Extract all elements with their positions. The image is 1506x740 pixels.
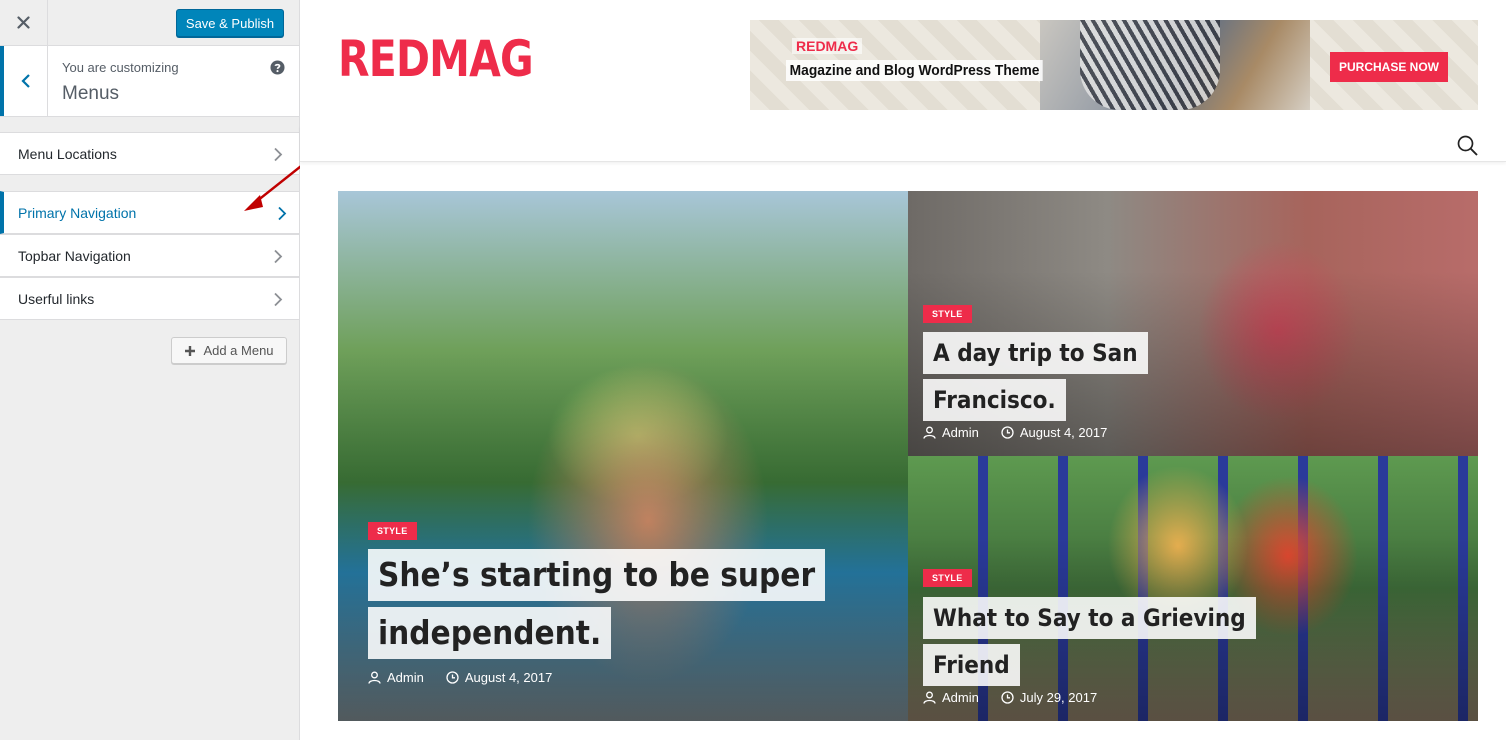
post-meta: Admin August 4, 2017 xyxy=(368,670,574,685)
customizer-header: Save & Publish xyxy=(0,0,299,46)
post-date: July 29, 2017 xyxy=(1001,690,1097,705)
customizer-section-info: You are customizing Menus xyxy=(0,46,299,149)
close-customizer-button[interactable] xyxy=(0,0,48,45)
customizing-label: You are customizing xyxy=(62,60,179,75)
chevron-right-icon xyxy=(274,249,283,264)
close-icon xyxy=(17,16,30,29)
post-title[interactable]: What to Say to a Grieving Friend xyxy=(923,597,1256,686)
banner-brand: REDMAG xyxy=(792,38,863,54)
clock-icon xyxy=(446,671,459,684)
category-badge[interactable]: STYLE xyxy=(923,569,972,587)
save-publish-button[interactable]: Save & Publish xyxy=(176,9,284,37)
category-badge[interactable]: STYLE xyxy=(923,305,972,323)
banner-bag-image xyxy=(1080,20,1220,110)
menu-item-topbar-navigation[interactable]: Topbar Navigation xyxy=(0,234,299,277)
clock-icon xyxy=(1001,426,1014,439)
purchase-now-button[interactable]: PURCHASE NOW xyxy=(1330,52,1448,82)
site-nav-bar xyxy=(300,125,1506,162)
site-logo[interactable]: REDMAG xyxy=(338,30,534,88)
author-name: Admin xyxy=(942,425,979,440)
post-title-line: Francisco. xyxy=(923,379,1066,421)
post-title-line: independent. xyxy=(368,607,612,659)
customizer-sidebar: Save & Publish You are customizing Menus… xyxy=(0,0,300,740)
author-name: Admin xyxy=(942,690,979,705)
post-date: August 4, 2017 xyxy=(446,670,552,685)
menu-item-label: Topbar Navigation xyxy=(18,248,131,264)
ad-banner[interactable]: REDMAG Magazine and Blog WordPress Theme… xyxy=(750,20,1478,110)
help-icon[interactable] xyxy=(270,60,285,75)
post-author[interactable]: Admin xyxy=(368,670,424,685)
post-title-line: A day trip to San xyxy=(923,332,1148,374)
post-title-line: What to Say to a Grieving xyxy=(923,597,1256,639)
featured-post-large[interactable]: STYLE She’s starting to be super indepen… xyxy=(338,191,908,721)
featured-post-top-right[interactable]: STYLE A day trip to San Francisco. Admin… xyxy=(908,191,1478,456)
post-author[interactable]: Admin xyxy=(923,690,979,705)
add-menu-label: Add a Menu xyxy=(203,343,274,358)
category-badge[interactable]: STYLE xyxy=(368,522,417,540)
post-meta: Admin July 29, 2017 xyxy=(923,690,1119,705)
user-icon xyxy=(923,691,936,704)
plus-icon xyxy=(185,345,196,356)
post-meta: Admin August 4, 2017 xyxy=(923,425,1129,440)
search-icon[interactable] xyxy=(1457,135,1478,156)
clock-icon xyxy=(1001,691,1014,704)
post-title[interactable]: A day trip to San Francisco. xyxy=(923,332,1148,421)
banner-tagline: Magazine and Blog WordPress Theme xyxy=(786,60,1044,81)
menu-item-userful-links[interactable]: Userful links xyxy=(0,277,299,320)
post-title[interactable]: She’s starting to be super independent. xyxy=(368,549,826,659)
author-name: Admin xyxy=(387,670,424,685)
menu-item-label: Primary Navigation xyxy=(18,205,137,221)
post-author[interactable]: Admin xyxy=(923,425,979,440)
date-text: August 4, 2017 xyxy=(1019,425,1108,440)
date-text: July 29, 2017 xyxy=(1019,690,1098,705)
post-shade xyxy=(338,350,908,721)
post-title-line: She’s starting to be super xyxy=(368,549,826,601)
chevron-right-icon xyxy=(274,292,283,307)
add-menu-button[interactable]: Add a Menu xyxy=(171,337,287,364)
featured-post-bottom-right[interactable]: STYLE What to Say to a Grieving Friend A… xyxy=(908,456,1478,721)
menu-item-label: Userful links xyxy=(18,291,95,307)
back-button[interactable] xyxy=(0,46,48,116)
post-date: August 4, 2017 xyxy=(1001,425,1107,440)
site-preview: REDMAG REDMAG Magazine and Blog WordPres… xyxy=(300,0,1506,740)
user-icon xyxy=(923,426,936,439)
date-text: August 4, 2017 xyxy=(464,670,553,685)
menu-item-label: Menu Locations xyxy=(18,146,117,162)
chevron-left-icon xyxy=(20,74,30,88)
post-title-line: Friend xyxy=(923,644,1020,686)
user-icon xyxy=(368,671,381,684)
section-title: Menus xyxy=(62,83,120,104)
